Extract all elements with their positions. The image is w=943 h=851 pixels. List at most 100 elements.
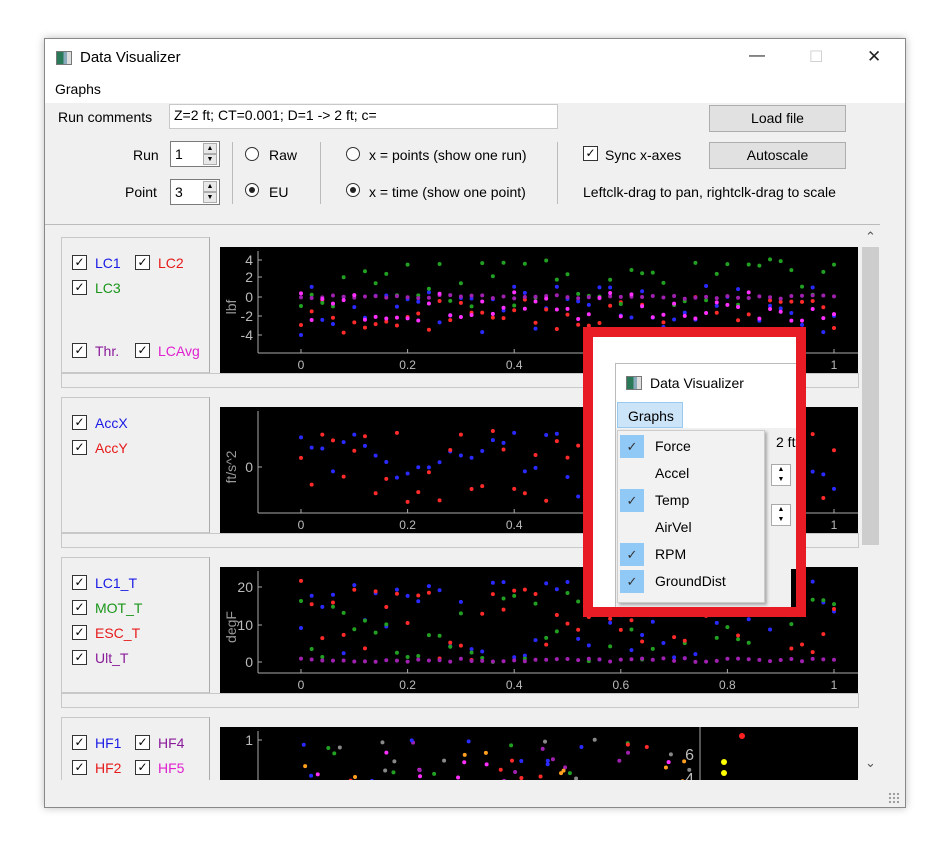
data-point	[501, 607, 506, 612]
data-point	[725, 625, 730, 630]
point-up-button[interactable]: ▲	[203, 181, 217, 192]
menu-item-rpm[interactable]: ✓ RPM	[618, 541, 764, 568]
menu-bar: Graphs	[45, 77, 905, 103]
data-point	[512, 296, 517, 301]
data-point	[373, 491, 378, 496]
channel-label: AccX	[95, 415, 128, 431]
check-icon: ✓	[620, 570, 644, 593]
data-point	[714, 271, 719, 276]
data-point	[586, 295, 591, 300]
menu-item-force[interactable]: ✓ Force	[618, 433, 764, 460]
point-stepper[interactable]: 3 ▲ ▼	[170, 179, 220, 205]
data-point	[330, 604, 335, 609]
channel-checkbox-esc_t[interactable]: ✓	[72, 625, 87, 640]
run-stepper[interactable]: 1 ▲ ▼	[170, 141, 220, 167]
data-point	[746, 657, 751, 662]
channel-checkbox-lc1_t[interactable]: ✓	[72, 575, 87, 590]
channel-checkbox-accx[interactable]: ✓	[72, 415, 87, 430]
channel-group: ✓ LC1 ✓ LC2 ✓ LC3 ✓ Thr. ✓ LCAvg	[61, 237, 210, 373]
sync-x-axes-checkbox[interactable]: ✓	[583, 146, 598, 161]
data-point	[437, 320, 442, 325]
data-point	[565, 474, 570, 479]
menu-item-grounddist[interactable]: ✓ GroundDist	[618, 568, 764, 595]
data-point	[362, 646, 367, 651]
data-point	[746, 312, 751, 317]
channel-checkbox-hf5[interactable]: ✓	[135, 760, 150, 775]
channel-checkbox-mot_t[interactable]: ✓	[72, 600, 87, 615]
y-tick-label: 20	[237, 579, 253, 595]
data-point	[309, 602, 314, 607]
load-file-button[interactable]: Load file	[709, 105, 846, 132]
data-point	[405, 295, 410, 300]
data-point	[832, 486, 836, 491]
data-point	[501, 294, 506, 299]
data-point	[714, 658, 719, 663]
data-point	[299, 323, 303, 328]
data-point	[309, 318, 314, 323]
scroll-down-icon[interactable]: ⌄	[865, 755, 876, 771]
data-point	[629, 618, 634, 623]
data-point	[704, 298, 709, 303]
data-point	[757, 263, 762, 268]
channel-checkbox-hf4[interactable]: ✓	[135, 735, 150, 750]
minimize-button[interactable]: —	[749, 47, 765, 65]
data-point	[576, 317, 581, 322]
plot-canvas[interactable]: s164	[220, 727, 858, 780]
close-button[interactable]: ✕	[867, 47, 881, 67]
data-point	[469, 293, 474, 298]
data-point	[448, 313, 453, 318]
autoscale-button[interactable]: Autoscale	[709, 142, 846, 169]
menu-item-temp[interactable]: ✓ Temp	[618, 487, 764, 514]
data-point	[426, 658, 431, 663]
channel-checkbox-lc1[interactable]: ✓	[72, 255, 87, 270]
channel-checkbox-accy[interactable]: ✓	[72, 440, 87, 455]
callout-spin-icon: ▲ ▼	[771, 464, 791, 486]
scroll-up-icon[interactable]: ⌃	[865, 229, 876, 245]
maximize-button[interactable]: ☐	[809, 47, 823, 67]
x-time-radio[interactable]	[346, 183, 360, 197]
data-point	[522, 469, 527, 474]
x-points-radio[interactable]	[346, 147, 360, 161]
run-down-button[interactable]: ▼	[203, 154, 217, 165]
data-point	[320, 317, 325, 322]
plot-s-chart[interactable]: s164	[220, 727, 858, 780]
menu-item-accel[interactable]: Accel	[618, 460, 764, 487]
data-point	[650, 315, 655, 320]
data-point	[565, 272, 570, 277]
channel-checkbox-lcavg[interactable]: ✓	[135, 343, 150, 358]
callout-menu-graphs[interactable]: Graphs	[617, 402, 683, 428]
menu-graphs[interactable]: Graphs	[55, 81, 101, 97]
data-point	[448, 318, 453, 323]
channel-checkbox-ult_t[interactable]: ✓	[72, 650, 87, 665]
data-point	[522, 295, 527, 300]
scrollbar-thumb[interactable]	[862, 247, 879, 545]
channel-checkbox-lc2[interactable]: ✓	[135, 255, 150, 270]
channel-checkbox-hf1[interactable]: ✓	[72, 735, 87, 750]
data-point	[682, 313, 687, 318]
channel-checkbox-lc3[interactable]: ✓	[72, 280, 87, 295]
data-point	[469, 312, 474, 317]
run-comments-input[interactable]: Z=2 ft; CT=0.001; D=1 -> 2 ft; c=	[169, 104, 558, 129]
data-point	[650, 270, 655, 275]
data-point	[789, 293, 794, 298]
data-point	[330, 658, 335, 663]
resize-grip-icon[interactable]	[888, 792, 900, 804]
data-point	[394, 430, 399, 435]
data-point	[668, 752, 673, 757]
data-point	[426, 590, 431, 595]
raw-radio[interactable]	[245, 147, 259, 161]
channel-checkbox-hf2[interactable]: ✓	[72, 760, 87, 775]
run-up-button[interactable]: ▲	[203, 143, 217, 154]
menu-item-airvel[interactable]: AirVel	[618, 514, 764, 541]
data-point	[576, 443, 581, 448]
channel-checkbox-thr.[interactable]: ✓	[72, 343, 87, 358]
data-point	[821, 316, 826, 321]
data-point	[416, 593, 421, 598]
data-point	[554, 284, 559, 289]
point-down-button[interactable]: ▼	[203, 192, 217, 203]
data-point	[693, 652, 698, 657]
eu-radio[interactable]	[245, 183, 259, 197]
channel-label: HF4	[158, 735, 185, 751]
data-point	[501, 440, 506, 445]
data-point	[625, 742, 630, 747]
